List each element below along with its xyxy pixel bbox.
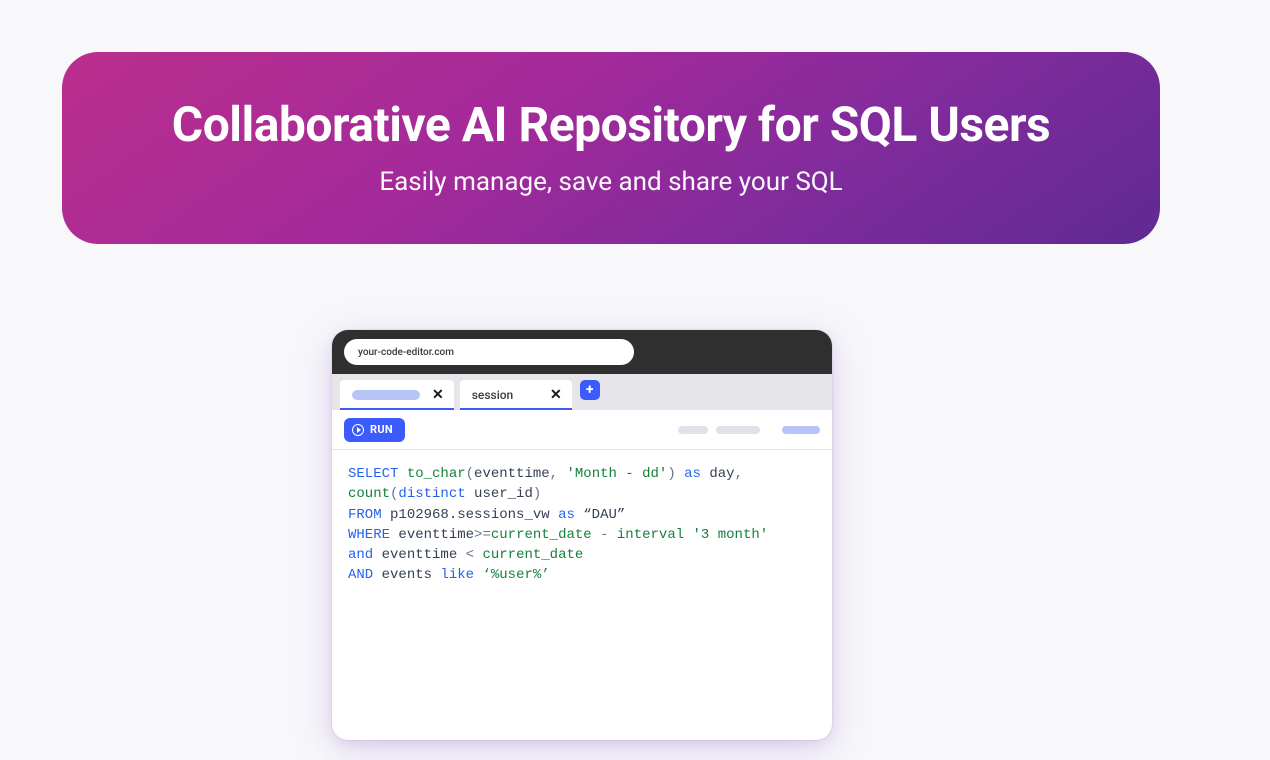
code-token: eventtime xyxy=(474,466,550,482)
code-token: - xyxy=(592,527,617,543)
code-token: , xyxy=(735,466,752,482)
hero-banner: Collaborative AI Repository for SQL User… xyxy=(62,52,1160,244)
code-token xyxy=(550,507,558,523)
sql-code-area[interactable]: SELECT to_char(eventtime, 'Month - dd') … xyxy=(332,450,832,740)
code-token: current_date xyxy=(491,527,592,543)
code-token: 'Month - dd' xyxy=(566,466,667,482)
add-tab-button[interactable]: + xyxy=(580,380,600,400)
code-token xyxy=(373,567,381,583)
tab-1-label-placeholder xyxy=(352,390,420,400)
hero-title: Collaborative AI Repository for SQL User… xyxy=(172,99,1050,152)
url-bar[interactable]: your-code-editor.com xyxy=(344,339,634,365)
code-token: as xyxy=(558,507,575,523)
code-token: SELECT xyxy=(348,466,398,482)
code-token: AND xyxy=(348,567,373,583)
close-icon[interactable]: ✕ xyxy=(430,386,446,404)
code-token: distinct xyxy=(398,486,465,502)
code-token: and xyxy=(348,547,373,563)
toolbar-ghost-1 xyxy=(678,426,708,434)
code-token xyxy=(684,527,692,543)
code-token xyxy=(398,466,406,482)
toolbar-ghost-accent xyxy=(782,426,820,434)
code-token: '3 month' xyxy=(693,527,769,543)
tab-strip: ✕ session ✕ + xyxy=(332,374,832,410)
tab-1-active-indicator xyxy=(340,408,454,410)
code-token: WHERE xyxy=(348,527,390,543)
code-token: , xyxy=(550,466,567,482)
code-token: ( xyxy=(466,466,474,482)
run-button-label: RUN xyxy=(370,423,393,436)
code-token: “DAU” xyxy=(583,507,625,523)
editor-titlebar: your-code-editor.com xyxy=(332,330,832,374)
play-icon xyxy=(352,424,364,436)
editor-toolbar: RUN xyxy=(332,410,832,450)
code-token: day xyxy=(709,466,734,482)
code-token: ) xyxy=(533,486,541,502)
code-token: < xyxy=(457,547,482,563)
code-token: current_date xyxy=(482,547,583,563)
plus-icon: + xyxy=(586,382,594,398)
toolbar-ghost-2 xyxy=(716,426,760,434)
code-token: user_id xyxy=(474,486,533,502)
code-token: interval xyxy=(617,527,684,543)
hero-subtitle: Easily manage, save and share your SQL xyxy=(379,167,842,197)
code-token xyxy=(466,486,474,502)
code-token: FROM xyxy=(348,507,382,523)
code-token: as xyxy=(684,466,701,482)
code-token: like xyxy=(440,567,474,583)
tab-1[interactable]: ✕ xyxy=(340,380,454,410)
code-token xyxy=(676,466,684,482)
code-token xyxy=(373,547,381,563)
url-text: your-code-editor.com xyxy=(358,347,454,358)
code-token: count xyxy=(348,486,390,502)
code-token: eventtime xyxy=(382,547,458,563)
code-token: ) xyxy=(667,466,675,482)
tab-session-label: session xyxy=(472,388,514,402)
code-token: ‘%user%’ xyxy=(482,567,549,583)
code-token: eventtime xyxy=(398,527,474,543)
code-token: p102968.sessions_vw xyxy=(390,507,550,523)
code-token: >= xyxy=(474,527,491,543)
run-button[interactable]: RUN xyxy=(344,418,405,442)
code-token: events xyxy=(382,567,432,583)
code-token: to_char xyxy=(407,466,466,482)
tab-session[interactable]: session ✕ xyxy=(460,380,572,410)
editor-window: your-code-editor.com ✕ session ✕ + RUN S… xyxy=(332,330,832,740)
close-icon[interactable]: ✕ xyxy=(548,386,564,404)
tab-session-active-indicator xyxy=(460,408,572,410)
code-token xyxy=(382,507,390,523)
